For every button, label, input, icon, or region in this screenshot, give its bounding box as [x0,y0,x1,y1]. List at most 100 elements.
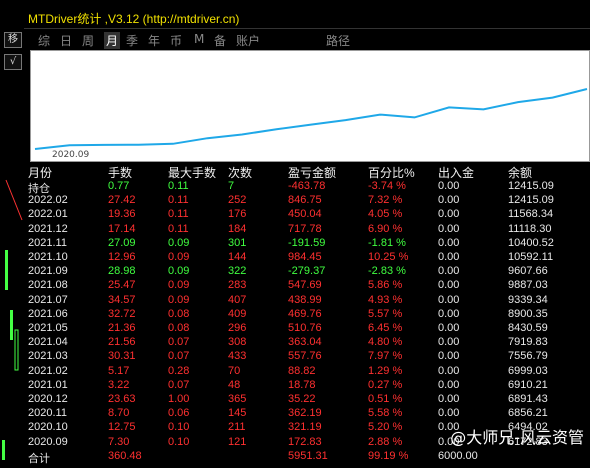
cell: 0.09 [168,251,190,263]
cell: 6.45 % [368,322,403,334]
cell: 362.19 [288,407,322,420]
cell: -191.59 [288,236,326,249]
cell: 433 [228,350,247,363]
cell: 6891.43 [508,393,548,405]
cell: 450.04 [288,208,322,221]
cell: 7 [228,180,235,192]
tab-1[interactable]: 日 [60,32,72,49]
cell: 0.00 [438,336,460,349]
cell: 0.00 [438,180,460,192]
cell: 6910.21 [508,378,548,391]
cell: 0.09 [168,293,190,306]
cell: 321.19 [288,421,322,434]
cell: 2021.01 [28,378,68,391]
cell: 9607.66 [508,265,548,278]
cell: 296 [228,322,247,334]
cell: 2020.12 [28,393,68,405]
table-row: 合计 360.48 5951.31 99.19 % 6000.00 [24,449,590,465]
cell: 2021.11 [28,236,67,249]
cell: 6.90 % [368,222,403,235]
cell: 176 [228,208,247,221]
cell: 27.42 [108,194,136,207]
balance-line [34,88,588,150]
cell: 121 [228,435,247,448]
cell: 0.00 [438,378,460,391]
cell: 0.00 [438,350,460,363]
tab-5[interactable]: 年 [148,32,160,49]
window-title: MTDriver统计 ,V3.12 (http://mtdriver.cn) [28,12,240,26]
cell: 5.57 % [368,307,403,320]
cell: 23.63 [108,393,136,405]
table-row: 2020.12 23.63 1.00 365 35.22 0.51 % 0.00 6891.4… [24,393,590,407]
cell: 846.75 [288,194,322,207]
cell: 1.00 [168,393,190,405]
table-row: 持仓 0.77 0.11 7 -463.78 -3.74 % 0.00 12415.09 [24,180,590,195]
cell: 27.09 [108,236,136,249]
cell: 283 [228,279,247,292]
cell: 438.99 [288,293,322,306]
cell: 363.04 [288,336,322,349]
cell: 12.75 [108,421,136,434]
tab-2[interactable]: 周 [82,32,94,49]
cell: 34.57 [108,293,136,306]
cell: 365 [228,393,247,405]
cell: 322 [228,265,247,278]
cell: -3.74 % [368,180,406,192]
left-chart-strip: 移 √ [0,0,24,468]
table-row: 2022.01 19.36 0.11 176 450.04 4.05 % 0.00 11568… [24,208,590,222]
tab-4[interactable]: 季 [126,32,138,49]
table-row: 2021.03 30.31 0.07 433 557.76 7.97 % 0.00 7556.… [24,350,590,364]
cell: 次数 [228,166,253,180]
table-row: 2021.12 17.14 0.11 184 717.78 6.90 % 0.00 11118… [24,223,590,237]
cell: 144 [228,251,247,263]
cell: 2021.12 [28,222,68,235]
cell: 30.31 [108,350,136,363]
tab-9[interactable]: 账户 [236,32,260,49]
tab-10[interactable]: 路径 [326,32,350,49]
cell: 301 [228,236,247,249]
cell: 0.11 [168,208,189,221]
tab-7[interactable]: M [194,32,204,46]
watermark: @大师兄-风云资管 [450,428,584,447]
cell: 6999.03 [508,364,548,377]
cell: -279.37 [288,265,326,278]
cell: 出入金 [438,166,475,180]
cell: 19.36 [108,208,136,221]
cell: 0.07 [168,350,190,363]
cell: 6856.21 [508,407,548,420]
cell: 0.00 [438,236,460,249]
table-row: 2021.05 21.36 0.08 296 510.76 6.45 % 0.00 8430.… [24,322,590,336]
cell: 2021.10 [28,251,68,263]
cell: 2021.06 [28,307,68,320]
cell: 8430.59 [508,322,548,334]
cell: 0.09 [168,236,190,249]
cell: -463.78 [288,180,326,192]
candle-chart-edge [2,179,23,460]
cell: 0.06 [168,407,190,420]
cell: 4.93 % [368,293,403,306]
cell: 2021.02 [28,364,68,377]
cell: 7.30 [108,435,130,448]
cell: 最大手数 [168,166,217,180]
cell: -2.83 % [368,265,406,278]
cell: 0.08 [168,307,190,320]
tab-0[interactable]: 综 [38,32,50,49]
cell: 盈亏金额 [288,166,337,180]
tab-8[interactable]: 备 [214,32,226,49]
cell: 0.10 [168,421,190,434]
cell: 2021.09 [28,265,68,278]
table-row: 2021.10 12.96 0.09 144 984.45 10.25 % 0.00 1059… [24,251,590,265]
cell: 10.25 % [368,251,409,263]
cell: 0.00 [438,307,460,320]
cell: 99.19 % [368,449,409,462]
tab-6[interactable]: 币 [170,32,182,49]
cell: 2021.08 [28,279,68,292]
cell: 0.28 [168,364,190,377]
cell: 0.11 [168,222,189,235]
cell: 0.00 [438,279,460,292]
cell: 11568.34 [508,208,554,221]
tab-3[interactable]: 月 [104,32,121,49]
cell: 2021.07 [28,293,68,306]
table-row: 2021.01 3.22 0.07 48 18.78 0.27 % 0.00 6910.21 [24,379,590,393]
cell: 2022.01 [28,208,68,221]
